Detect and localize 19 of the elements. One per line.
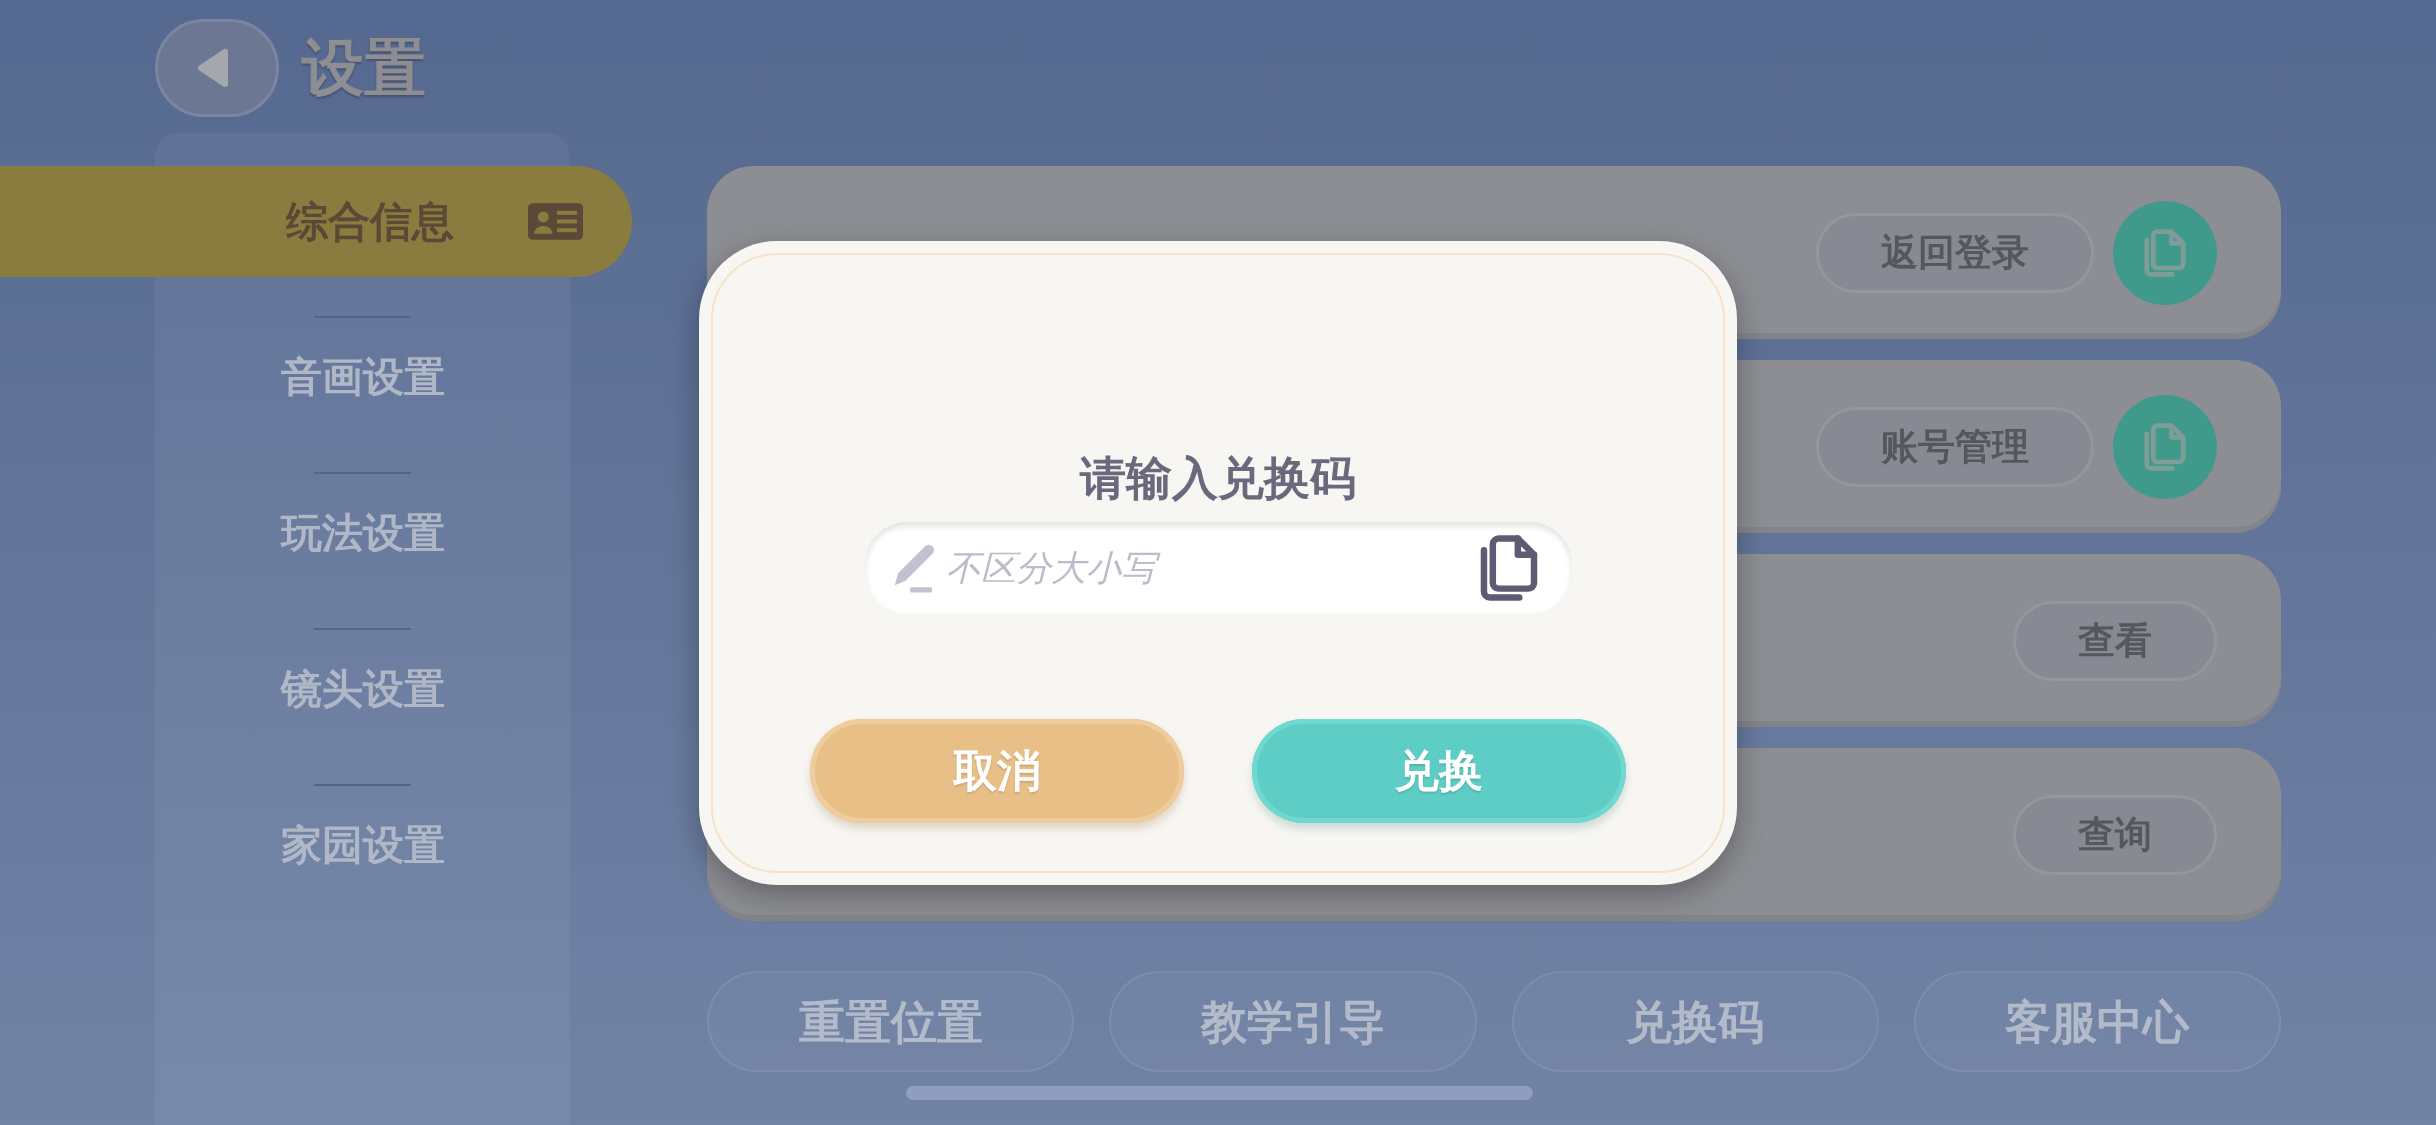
bottom-button[interactable]: 重置位置	[707, 971, 1075, 1072]
copy-icon[interactable]	[1479, 534, 1538, 601]
sidebar-item[interactable]: 玩法设置	[280, 478, 445, 589]
back-icon	[197, 48, 229, 88]
cancel-button[interactable]: 取消	[810, 718, 1184, 823]
sidebar-item[interactable]: 音画设置	[280, 322, 445, 433]
bottom-button[interactable]: 兑换码	[1511, 971, 1879, 1072]
sidebar-item[interactable]: 家园设置	[280, 790, 445, 901]
confirm-button[interactable]: 兑换	[1252, 718, 1626, 823]
bottom-button[interactable]: 教学引导	[1109, 971, 1477, 1072]
id-card-icon	[528, 203, 583, 240]
pencil-icon	[892, 542, 935, 593]
copy-icon	[2144, 422, 2186, 471]
dialog-title: 请输入兑换码	[1080, 454, 1356, 501]
page-title: 设置	[302, 37, 426, 99]
code-input-field[interactable]: 不区分大小写	[864, 521, 1572, 614]
sidebar-item[interactable]: 镜头设置	[280, 634, 445, 745]
bottom-button[interactable]: 客服中心	[1913, 971, 2281, 1072]
copy-icon	[2144, 228, 2186, 277]
